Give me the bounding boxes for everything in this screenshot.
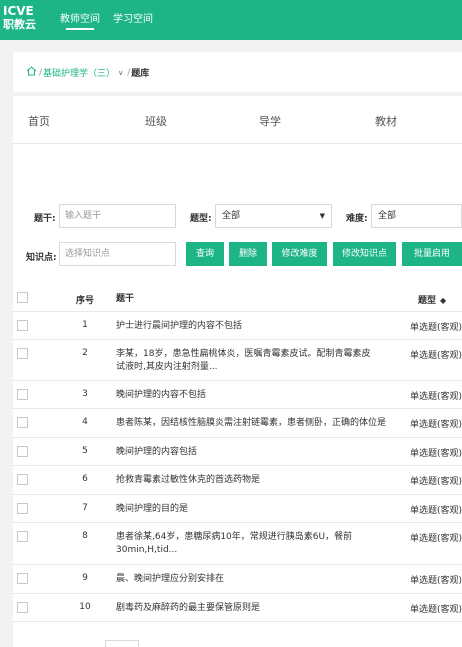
row-checkbox[interactable] xyxy=(17,417,28,428)
row-checkbox[interactable] xyxy=(17,348,28,359)
difficulty-label: 难度: xyxy=(346,214,368,224)
row-type: 单选题(客观) xyxy=(410,576,462,586)
table-row[interactable]: 7 晚间护理的目的是 单选题(客观) xyxy=(13,495,462,523)
header-stem: 题干 xyxy=(116,294,135,304)
table-row[interactable]: 5 晚间护理的内容包括 单选题(客观) xyxy=(13,438,462,466)
row-checkbox[interactable] xyxy=(17,474,28,485)
row-index: 10 xyxy=(79,602,91,612)
sort-icon[interactable]: ◆ xyxy=(440,296,446,305)
stem-input[interactable]: 输入题干 xyxy=(59,204,176,228)
row-type: 单选题(客观) xyxy=(410,449,462,459)
row-type: 单选题(客观) xyxy=(410,605,462,615)
table-row[interactable]: 8 患者徐某,64岁，患糖尿病10年，常规进行胰岛素6U，餐前30min,H,t… xyxy=(13,523,462,565)
row-index: 5 xyxy=(82,446,88,456)
row-index: 9 xyxy=(82,573,88,583)
row-index: 7 xyxy=(82,503,88,513)
row-type: 单选题(客观) xyxy=(410,323,462,333)
row-type: 单选题(客观) xyxy=(410,477,462,487)
breadcrumb-separator-2: / xyxy=(127,67,131,78)
row-stem[interactable]: 李某，18岁，患急性扁桃体炎，医嘱青霉素皮试。配制青霉素皮试液时,其皮内注射剂量… xyxy=(116,348,372,374)
row-checkbox[interactable] xyxy=(17,446,28,457)
row-index: 2 xyxy=(82,348,88,358)
edit-knowledge-button[interactable]: 修改知识点 xyxy=(333,242,396,266)
row-checkbox[interactable] xyxy=(17,503,28,514)
row-type: 单选题(客观) xyxy=(410,420,462,430)
table-row[interactable]: 6 抢救青霉素过敏性休克的首选药物是 单选题(客观) xyxy=(13,466,462,495)
row-type: 单选题(客观) xyxy=(410,392,462,402)
row-index: 4 xyxy=(82,417,88,427)
stem-label: 题干: xyxy=(34,214,56,224)
type-select[interactable]: 全部 ▼ xyxy=(215,204,332,228)
row-stem[interactable]: 剧毒药及麻醉药的最主要保管原则是 xyxy=(116,602,372,615)
row-checkbox[interactable] xyxy=(17,531,28,542)
row-index: 3 xyxy=(82,389,88,399)
chevron-down-icon[interactable]: ∨ xyxy=(118,69,123,77)
row-stem[interactable]: 晨、晚间护理应分别安排在 xyxy=(116,573,372,586)
logo-line2: 职教云 xyxy=(3,18,36,31)
home-icon[interactable] xyxy=(26,66,38,79)
nav-study-space[interactable]: 学习空间 xyxy=(113,10,153,25)
row-checkbox[interactable] xyxy=(17,602,28,613)
delete-button[interactable]: 删除 xyxy=(229,242,267,266)
table-row[interactable]: 10 剧毒药及麻醉药的最主要保管原则是 单选题(客观) xyxy=(13,594,462,622)
select-all-checkbox[interactable] xyxy=(17,292,28,303)
row-stem[interactable]: 抢救青霉素过敏性休克的首选药物是 xyxy=(116,474,372,487)
row-stem[interactable]: 护士进行晨间护理的内容不包括 xyxy=(116,320,372,333)
row-stem[interactable]: 患者徐某,64岁，患糖尿病10年，常规进行胰岛素6U，餐前30min,H,tid… xyxy=(116,531,372,557)
course-tabs: 首页 班级 导学 教材 xyxy=(13,96,462,144)
difficulty-select[interactable]: 全部 xyxy=(371,204,462,228)
table-header: 序号 题干 题型 ◆ xyxy=(13,284,462,312)
icve-logo[interactable]: ICVE 职教云 xyxy=(3,4,36,32)
header-type-label: 题型 xyxy=(418,296,437,306)
row-type: 单选题(客观) xyxy=(410,351,462,361)
table-row[interactable]: 1 护士进行晨间护理的内容不包括 单选题(客观) xyxy=(13,312,462,340)
row-stem[interactable]: 晚间护理的内容不包括 xyxy=(116,389,372,402)
top-nav-bar: ICVE 职教云 教师空间 学习空间 xyxy=(0,0,462,40)
query-button[interactable]: 查询 xyxy=(186,242,224,266)
breadcrumb-course[interactable]: 基础护理学（三） xyxy=(43,66,115,79)
row-stem[interactable]: 患者陈某，因结核性脑膜炎需注射链霉素，患者侧卧，正确的体位是 xyxy=(116,417,396,430)
row-checkbox[interactable] xyxy=(17,320,28,331)
edit-difficulty-button[interactable]: 修改难度 xyxy=(272,242,327,266)
row-stem[interactable]: 晚间护理的内容包括 xyxy=(116,446,372,459)
header-index: 序号 xyxy=(75,296,94,306)
tab-guide[interactable]: 导学 xyxy=(259,113,281,129)
batch-enable-button[interactable]: 批量启用 xyxy=(402,242,462,266)
table-row[interactable]: 2 李某，18岁，患急性扁桃体炎，医嘱青霉素皮试。配制青霉素皮试液时,其皮内注射… xyxy=(13,340,462,381)
row-stem[interactable]: 晚间护理的目的是 xyxy=(116,503,372,516)
row-checkbox[interactable] xyxy=(17,389,28,400)
breadcrumb: / 基础护理学（三） ∨ / 题库 xyxy=(26,66,149,79)
row-type: 单选题(客观) xyxy=(410,534,462,544)
type-label: 题型: xyxy=(190,214,212,224)
table-row[interactable]: 4 患者陈某，因结核性脑膜炎需注射链霉素，患者侧卧，正确的体位是 单选题(客观) xyxy=(13,409,462,438)
pagination[interactable] xyxy=(105,640,139,647)
breadcrumb-current: 题库 xyxy=(131,69,150,79)
header-type[interactable]: 题型 ◆ xyxy=(418,293,462,306)
row-checkbox[interactable] xyxy=(17,573,28,584)
tab-home[interactable]: 首页 xyxy=(28,113,50,129)
logo-line1: ICVE xyxy=(3,4,34,18)
tab-textbook[interactable]: 教材 xyxy=(375,113,397,129)
nav-teacher-space[interactable]: 教师空间 xyxy=(60,10,100,30)
caret-down-icon: ▼ xyxy=(319,212,325,220)
row-index: 1 xyxy=(82,320,88,330)
breadcrumb-card: / 基础护理学（三） ∨ / 题库 xyxy=(13,52,462,92)
table-row[interactable]: 3 晚间护理的内容不包括 单选题(客观) xyxy=(13,381,462,409)
knowledge-label: 知识点: xyxy=(26,253,57,263)
row-type: 单选题(客观) xyxy=(410,506,462,516)
row-index: 8 xyxy=(82,531,88,541)
tab-class[interactable]: 班级 xyxy=(145,113,167,129)
difficulty-select-value: 全部 xyxy=(378,211,397,221)
table-row[interactable]: 9 晨、晚间护理应分别安排在 单选题(客观) xyxy=(13,565,462,594)
type-select-value: 全部 xyxy=(222,211,241,221)
knowledge-input[interactable]: 选择知识点 xyxy=(59,242,176,266)
breadcrumb-separator: / xyxy=(39,67,43,78)
row-index: 6 xyxy=(82,474,88,484)
